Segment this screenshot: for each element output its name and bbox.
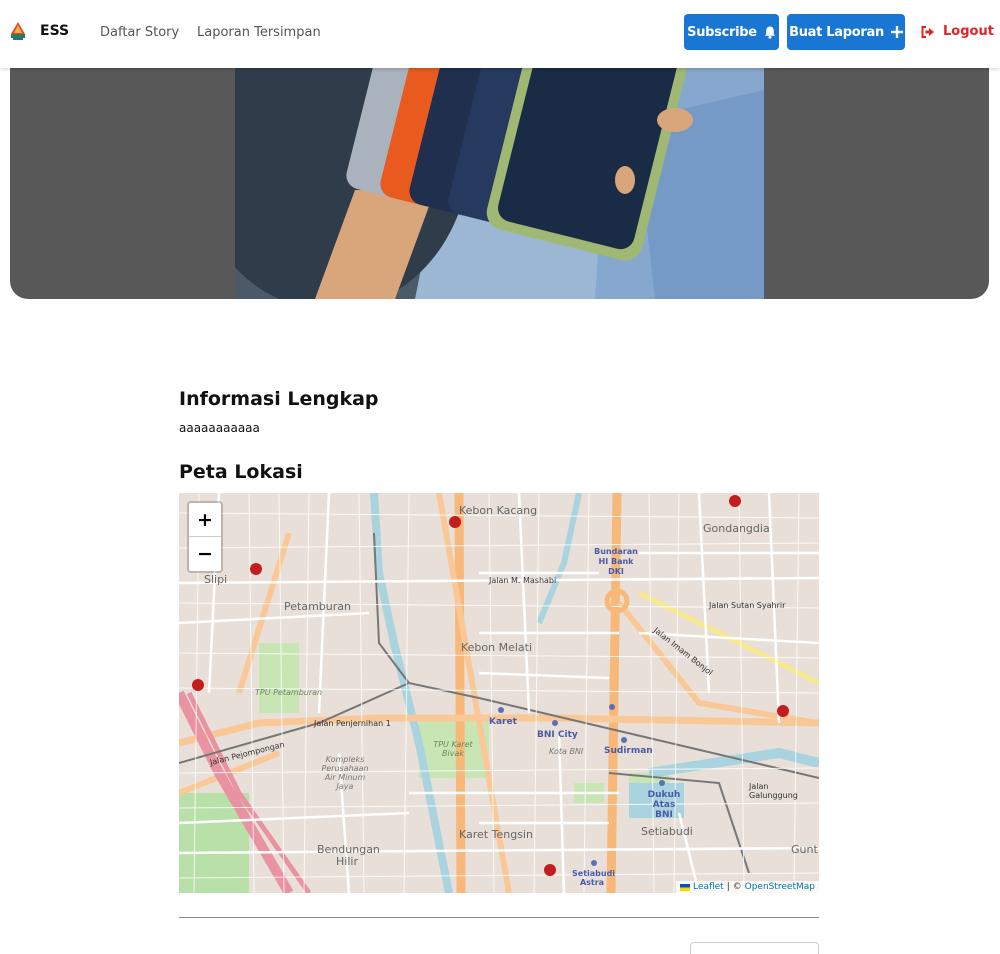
- location-map[interactable]: Kebon Kacang Gondangdia Slipi Petamburan…: [179, 493, 819, 893]
- bell-icon: [764, 26, 776, 39]
- create-report-label: Buat Laporan: [789, 24, 884, 40]
- map-label: Bendungan Hilir: [317, 843, 380, 868]
- map-zoom-control: + −: [187, 501, 223, 573]
- info-heading: Informasi Lengkap: [179, 388, 379, 410]
- logout-label: Logout: [943, 24, 994, 39]
- subscribe-label: Subscribe: [687, 24, 757, 40]
- brand-name: ESS: [40, 23, 70, 39]
- map-heading: Peta Lokasi: [179, 461, 303, 483]
- map-label: Jalan M. Mashabi: [489, 576, 557, 585]
- map-label: Kebon Kacang: [459, 504, 538, 517]
- nav-laporan-tersimpan[interactable]: Laporan Tersimpan: [197, 25, 321, 40]
- subscribe-button[interactable]: Subscribe: [684, 14, 779, 50]
- map-label: Petamburan: [284, 600, 351, 613]
- map-label: TPU Petamburan: [255, 688, 323, 697]
- zoom-out-button[interactable]: −: [189, 537, 221, 571]
- logout-button[interactable]: Logout: [921, 24, 994, 39]
- map-label: Slipi: [204, 573, 228, 586]
- map-label: Karet: [489, 717, 517, 727]
- map-label: Kota BNI: [549, 747, 584, 756]
- map-label: BNI City: [537, 730, 578, 740]
- map-label: Jalan Sutan Syahrir: [709, 601, 786, 610]
- plus-icon: [890, 26, 903, 38]
- ukraine-flag-icon: [680, 883, 691, 891]
- map-label: Sudirman: [604, 746, 653, 756]
- nav-daftar-story[interactable]: Daftar Story: [100, 25, 179, 40]
- map-label: Setiabudi Astra: [572, 869, 616, 887]
- map-label: Kebon Melati: [461, 641, 533, 654]
- map-label: Bundaran HI Bank DKI: [594, 547, 638, 576]
- brand-logo-icon: [11, 22, 25, 40]
- brand[interactable]: ESS: [8, 20, 69, 42]
- map-label: Gunt: [791, 843, 818, 856]
- top-navbar: ESS Daftar Story Laporan Tersimpan Subsc…: [0, 0, 1000, 68]
- map-label: Gondangdia: [703, 522, 770, 535]
- map-attribution: Leaflet | © OpenStreetMap: [676, 881, 819, 893]
- map-label: Jalan Penjernihan 1: [314, 719, 391, 728]
- attribution-separator: | ©: [726, 882, 742, 892]
- leaflet-link[interactable]: Leaflet: [693, 882, 724, 892]
- map-label: Karet Tengsin: [459, 828, 533, 841]
- section-divider: [179, 917, 819, 918]
- map-label: Setiabudi: [641, 825, 693, 838]
- bottom-action-button[interactable]: [690, 942, 819, 954]
- map-label: Jalan Galunggung: [749, 782, 798, 800]
- openstreetmap-link[interactable]: OpenStreetMap: [745, 882, 815, 892]
- story-description: aaaaaaaaaaa: [179, 421, 260, 435]
- map-label: Kompleks Perusahaan Air Minum Jaya: [321, 755, 369, 791]
- sign-out-icon: [921, 25, 934, 38]
- create-report-button[interactable]: Buat Laporan: [787, 14, 905, 50]
- zoom-in-button[interactable]: +: [189, 503, 221, 537]
- map-label: Dukuh Atas BNI: [647, 790, 681, 820]
- map-label: TPU Karet Bivak: [433, 740, 473, 758]
